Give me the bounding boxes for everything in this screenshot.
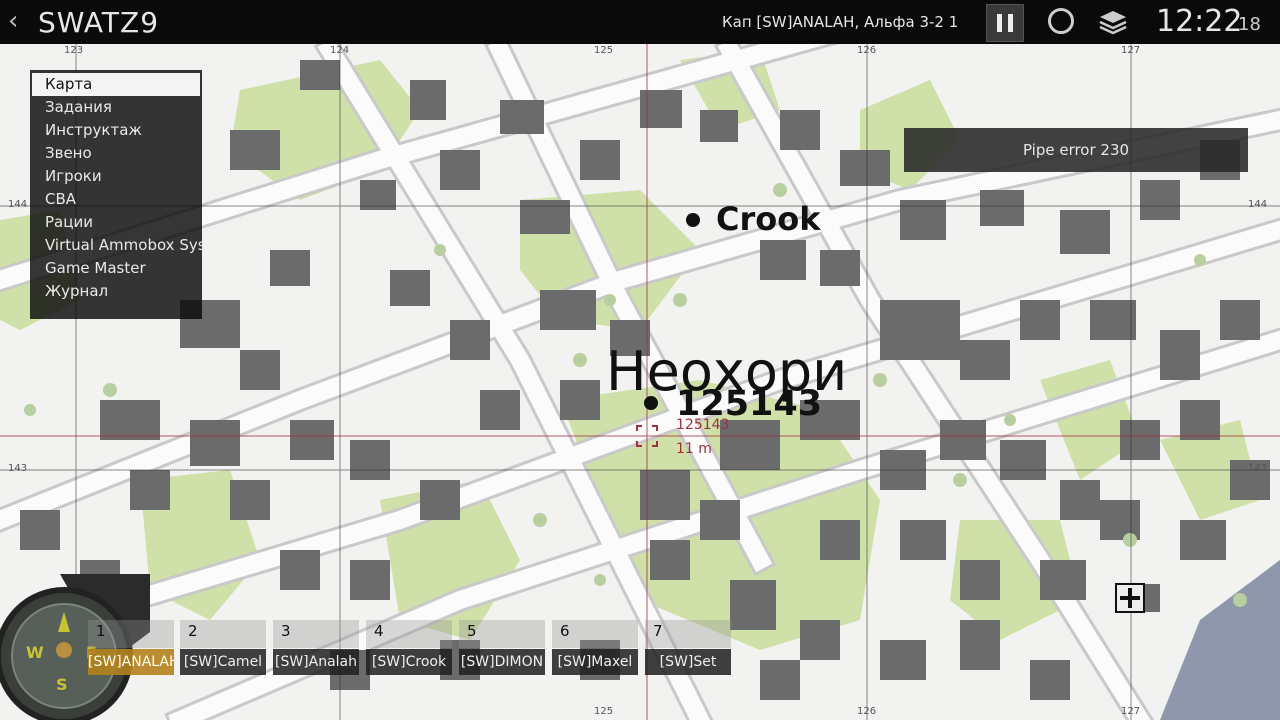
gps-ring-icon[interactable]	[1048, 8, 1074, 34]
map-side-menu: Карта Задания Инструктаж Звено Игроки СВ…	[30, 70, 202, 319]
grid-label-x: 127	[1121, 45, 1141, 56]
clock-time: 12:22	[1156, 4, 1243, 39]
menu-item-sva[interactable]: СВА	[30, 188, 202, 211]
team-slot-number: 5	[467, 622, 477, 640]
menu-item-radios[interactable]: Рации	[30, 211, 202, 234]
grid-label-x: 126	[857, 45, 877, 56]
team-slot-name[interactable]: [SW]Maxel	[552, 649, 638, 675]
team-slot-number: 2	[188, 622, 198, 640]
team-slot[interactable]: 2 [SW]Camel	[180, 620, 266, 678]
hospital-marker-icon[interactable]	[1115, 583, 1145, 613]
grid-label-x-bottom: 127	[1121, 706, 1141, 717]
team-slot-name[interactable]: [SW]Analah	[273, 649, 359, 675]
crook-marker-dot[interactable]	[686, 213, 700, 227]
pause-icon[interactable]	[986, 4, 1024, 42]
grid-label-x-bottom: 126	[857, 706, 877, 717]
clock-seconds: 18	[1238, 14, 1261, 35]
grid-label-y: 144	[8, 199, 28, 210]
team-slot[interactable]: 7 [SW]Set	[645, 620, 731, 678]
back-icon[interactable]: ‹	[8, 6, 18, 36]
grid-label-y: 143	[8, 463, 28, 474]
team-slot-number: 6	[560, 622, 570, 640]
grid-label-y: 143	[1248, 463, 1268, 474]
team-slot-name[interactable]: [SW]Crook	[366, 649, 452, 675]
team-slot-number: 1	[96, 622, 106, 640]
top-bar: ‹ SWATZ9 Кап [SW]ANALAH, Альфа 3-2 1 12:…	[0, 0, 1280, 44]
team-slot-name[interactable]: [SW]DIMON	[459, 649, 545, 675]
team-slot-box: 6	[552, 620, 638, 648]
team-slot-box: 3	[273, 620, 359, 648]
device-title: SWATZ9	[38, 6, 160, 39]
team-slot-name[interactable]: [SW]ANALAH	[88, 649, 174, 675]
team-slot-name[interactable]: [SW]Set	[645, 649, 731, 675]
grid-label-y: 144	[1248, 199, 1268, 210]
menu-item-squad[interactable]: Звено	[30, 142, 202, 165]
team-slot[interactable]: 1 [SW]ANALAH	[88, 620, 174, 678]
team-slot-number: 4	[374, 622, 384, 640]
menu-item-briefing[interactable]: Инструктаж	[30, 119, 202, 142]
team-slot[interactable]: 5 [SW]DIMON	[459, 620, 545, 678]
compass-label-s: S	[56, 675, 68, 694]
team-slot-name[interactable]: [SW]Camel	[180, 649, 266, 675]
team-slot-box: 4	[366, 620, 452, 648]
team-slot[interactable]: 4 [SW]Crook	[366, 620, 452, 678]
cursor-grid-readout: 125143	[676, 417, 730, 433]
team-slot[interactable]: 6 [SW]Maxel	[552, 620, 638, 678]
team-bar: 1 [SW]ANALAH 2 [SW]Camel 3 [SW]Analah 4 …	[88, 620, 738, 680]
team-slot-number: 3	[281, 622, 291, 640]
team-slot-number: 7	[653, 622, 663, 640]
menu-item-players[interactable]: Игроки	[30, 165, 202, 188]
team-slot-box: 1	[88, 620, 174, 648]
menu-item-virtual-ammobox[interactable]: Virtual Ammobox System	[30, 234, 202, 257]
pipe-error-notification: Pipe error 230	[904, 128, 1248, 172]
team-slot-box: 7	[645, 620, 731, 648]
menu-item-map[interactable]: Карта	[32, 73, 200, 96]
layers-icon[interactable]	[1098, 8, 1128, 36]
team-slot[interactable]: 3 [SW]Analah	[273, 620, 359, 678]
grid-label-x: 124	[330, 45, 350, 56]
team-slot-box: 5	[459, 620, 545, 648]
grid-label-x: 123	[64, 45, 84, 56]
menu-item-game-master[interactable]: Game Master	[30, 257, 202, 280]
menu-item-tasks[interactable]: Задания	[30, 96, 202, 119]
unit-callsign: Кап [SW]ANALAH, Альфа 3-2 1	[722, 13, 959, 31]
team-slot-box: 2	[180, 620, 266, 648]
grid-label-x-bottom: 125	[594, 706, 614, 717]
compass-label-w: W	[26, 643, 44, 662]
cursor-distance-readout: 11 m	[676, 441, 712, 457]
crook-marker-label: Crook	[716, 200, 821, 238]
menu-item-journal[interactable]: Журнал	[30, 280, 202, 303]
grid-label-x: 125	[594, 45, 614, 56]
